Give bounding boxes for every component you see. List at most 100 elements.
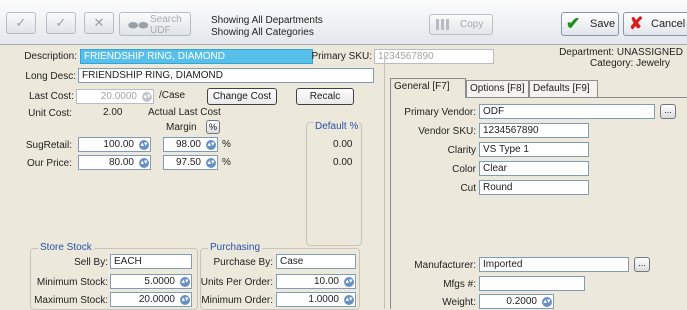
vendor-browse-button[interactable]: ... [660,104,676,119]
mfgs-label: Mfgs #: [443,279,476,290]
save-button[interactable]: ✔ Save [561,12,619,36]
spinner-icon[interactable]: ▴▾ [206,140,216,150]
last-cost-value: 20.0000 [100,91,137,102]
spinner-icon[interactable]: ▴▾ [139,140,149,150]
grid-icon [436,19,450,30]
sug-retail-margin-field[interactable]: 98.00 ▴▾ [163,137,218,152]
sell-by-label: Sell By: [74,257,108,268]
description-label: Description: [24,51,77,62]
copy-label: Copy [460,19,484,30]
sug-retail-label: SugRetail: [25,140,72,151]
min-order-value: 1.0000 [308,294,339,305]
spinner-icon[interactable]: ▴▾ [142,92,152,102]
last-cost-field[interactable]: 20.0000 ▴▾ [76,89,154,104]
description-field[interactable]: FRIENDSHIP RING, DIAMOND [80,49,313,64]
purchase-by-field[interactable]: Case [276,254,356,269]
check-icon: ✔ [566,14,581,33]
status-categories: Showing All Categories [211,27,314,38]
our-price-pct-sign: % [222,157,231,168]
manufacturer-field[interactable]: Imported [479,257,629,272]
recalc-button[interactable]: Recalc [296,88,354,105]
sug-retail-field[interactable]: 100.00 ▴▾ [78,137,151,152]
binoculars-icon: ⬬⬬ [128,18,149,32]
panel-divider [384,54,385,309]
tab-defaults[interactable]: Defaults [F9] [529,80,598,97]
cancel-button[interactable]: ✘ Cancel [623,12,687,36]
units-per-order-field[interactable]: 10.00 ▴▾ [276,274,356,289]
check-icon: ✓ [15,15,27,30]
margin-label: Margin [166,122,197,133]
spinner-icon[interactable]: ▴▾ [206,158,216,168]
unit-cost-value: 2.00 [103,107,123,118]
status-departments: Showing All Departments [211,15,323,26]
units-per-order-value: 10.00 [313,276,339,287]
category-text: Category: Jewelry [589,58,670,69]
sell-by-field[interactable]: EACH [110,254,192,269]
vendor-sku-label: Vendor SKU: [418,126,476,137]
last-cost-label: Last Cost: [28,91,74,102]
manufacturer-browse-button[interactable]: ... [634,257,650,272]
spinner-icon[interactable]: ▴▾ [139,158,149,168]
tab-general[interactable]: General [F7] [390,78,466,98]
approve-all-button[interactable]: ✓ [46,12,76,34]
weight-value: 0.2000 [506,296,537,307]
actual-last-cost-label: Actual Last Cost [148,107,221,118]
search-udf-label: Search UDF [150,14,182,36]
manufacturer-label: Manufacturer: [414,260,476,271]
clarity-label: Clarity [447,145,476,156]
approve-button[interactable]: ✓ [6,12,36,34]
purchase-by-label: Purchase By: [213,257,273,268]
cut-field[interactable]: Round [479,180,589,195]
color-field[interactable]: Clear [479,161,589,176]
check-all-icon: ✓ [55,15,67,30]
change-cost-button[interactable]: Change Cost [207,88,277,105]
our-price-value: 80.00 [108,157,134,168]
spinner-icon[interactable]: ▴▾ [180,295,190,305]
sug-retail-margin-value: 98.00 [175,139,201,150]
clear-button[interactable]: ✕ [84,12,114,34]
spinner-icon[interactable]: ▴▾ [542,297,552,307]
sug-retail-default-value: 0.00 [333,139,353,150]
max-stock-label: Maximum Stock: [34,295,108,306]
primary-vendor-label: Primary Vendor: [404,107,476,118]
sug-retail-value: 100.00 [103,139,134,150]
spinner-icon[interactable]: ▴▾ [180,277,190,287]
search-udf-button[interactable]: ⬬⬬ Search UDF [119,12,191,36]
default-pct-label: Default % [314,121,360,132]
max-stock-field[interactable]: 20.0000 ▴▾ [110,292,192,307]
status-text: Showing All Departments Showing All Cate… [211,15,323,39]
long-desc-field[interactable]: FRIENDSHIP RING, DIAMOND [78,68,374,83]
cancel-label: Cancel [651,18,686,30]
purchasing-title: Purchasing [208,242,263,253]
cut-label: Cut [460,183,476,194]
clarity-field[interactable]: VS Type 1 [479,142,589,157]
max-stock-value: 20.0000 [138,294,175,305]
sug-retail-pct-sign: % [222,139,231,150]
color-label: Color [452,164,476,175]
unit-cost-label: Unit Cost: [28,108,72,119]
our-price-label: Our Price: [26,158,72,169]
primary-sku-field[interactable]: 1234567890 [374,49,494,64]
mfgs-field[interactable] [479,276,585,291]
toolbar: ✓ ✓ ✕ ⬬⬬ Search UDF Showing All Departme… [0,0,687,45]
min-stock-value: 5.0000 [144,276,175,287]
our-price-margin-field[interactable]: 97.50 ▴▾ [163,155,218,170]
store-stock-title: Store Stock [38,242,94,253]
vendor-sku-field[interactable]: 1234567890 [479,123,589,138]
per-case-label: /Case [159,90,186,101]
min-stock-field[interactable]: 5.0000 ▴▾ [110,274,192,289]
primary-vendor-field[interactable]: ODF [479,104,655,119]
our-price-field[interactable]: 80.00 ▴▾ [78,155,151,170]
weight-field[interactable]: 0.2000 ▴▾ [479,294,554,309]
clear-icon: ✕ [93,15,105,30]
min-order-field[interactable]: 1.0000 ▴▾ [276,292,356,307]
our-price-default-value: 0.00 [333,157,353,168]
percent-toggle-button[interactable]: % [206,120,220,134]
our-price-margin-value: 97.50 [175,157,201,168]
spinner-icon[interactable]: ▴▾ [344,277,354,287]
copy-button[interactable]: Copy [429,14,493,35]
save-label: Save [590,18,616,30]
primary-sku-label: Primary SKU: [311,51,372,62]
spinner-icon[interactable]: ▴▾ [344,295,354,305]
tab-options[interactable]: Options [F8] [466,80,529,97]
